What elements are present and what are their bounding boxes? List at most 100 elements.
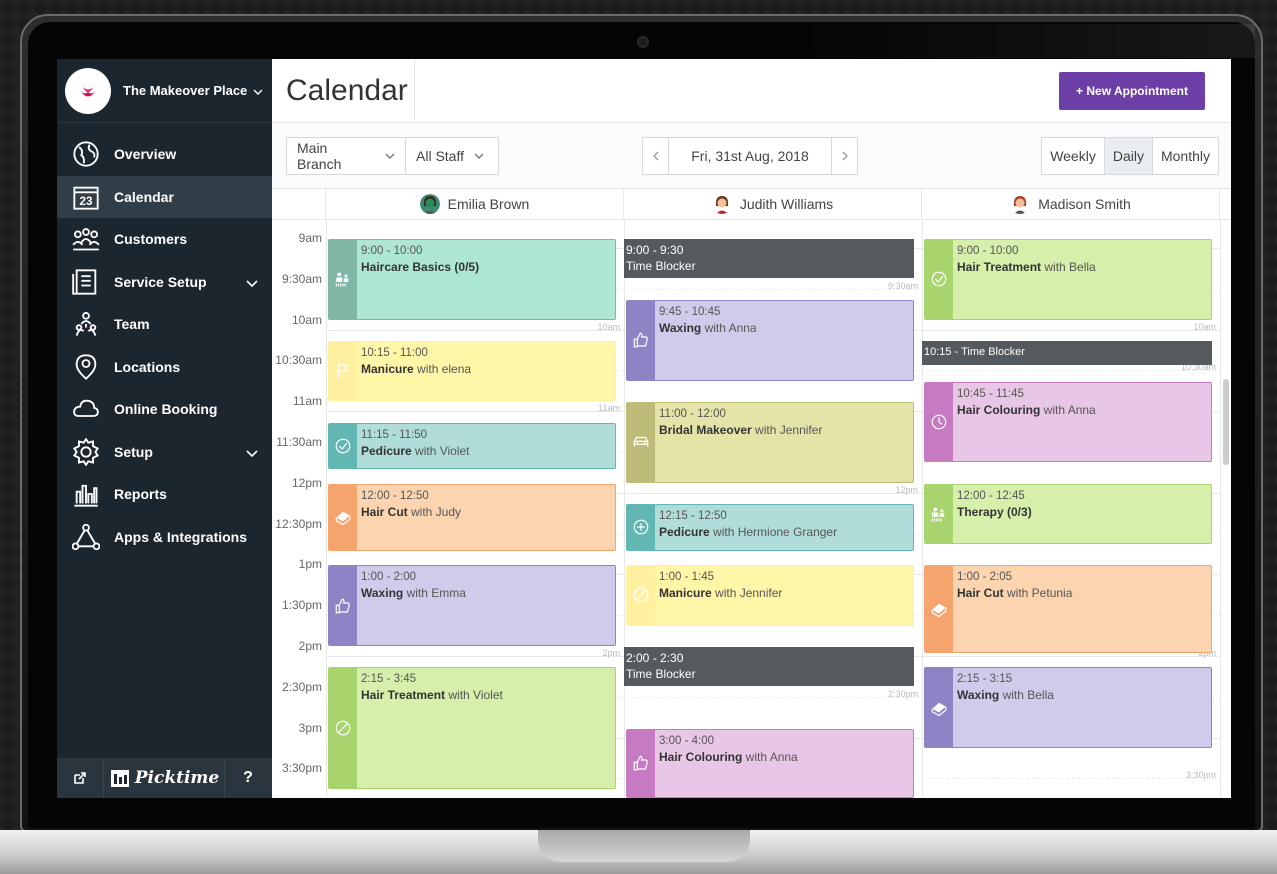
- sidebar-item-setup[interactable]: Setup: [57, 431, 272, 474]
- appointment-card[interactable]: 2:15 - 3:45 Hair Treatment with Violet: [328, 667, 616, 789]
- appointment-card[interactable]: 3:00 - 4:00 Hair Colouring with Anna: [626, 728, 914, 798]
- calendar-scrollbar[interactable]: [1223, 379, 1229, 465]
- appointment-service: Hair Cut: [957, 586, 1004, 601]
- time-blocker[interactable]: 10:15 - Time Blocker: [922, 341, 1212, 365]
- sidebar-item-service-setup[interactable]: Service Setup: [57, 261, 272, 304]
- date-navigator: Fri, 31st Aug, 2018: [642, 137, 858, 175]
- appointment-time: 12:00 - 12:50: [361, 489, 429, 502]
- location-pin-icon: [71, 352, 101, 382]
- appointment-card[interactable]: 9:00 - 10:00 Hair Treatment with Bella: [924, 239, 1212, 320]
- sidebar-item-calendar[interactable]: 23 Calendar: [57, 175, 272, 218]
- calendar-body[interactable]: 9am 9:30am 10am 10:30am 11am 11:30am 12pm 12:30…: [272, 220, 1231, 798]
- appointment-card[interactable]: 12:00 - 12:50 Hair Cut with Judy: [328, 483, 616, 551]
- time-label: 2:30pm: [281, 679, 322, 694]
- next-day-button[interactable]: [831, 138, 857, 174]
- calendar-grid: Emilia Brown Judith Williams Madison Smi…: [272, 189, 1231, 798]
- appointment-strip: [329, 668, 357, 788]
- brand-switcher[interactable]: The Makeover Place: [57, 59, 272, 123]
- appointment-card[interactable]: 12:00 - 12:45 Therapy (0/3): [924, 483, 1212, 544]
- time-label: 9am: [298, 231, 322, 245]
- gutter-time-mark: 11am: [598, 403, 620, 414]
- appointment-with: with Bella: [1041, 260, 1096, 274]
- appointment-card[interactable]: 12:15 - 12:50 Pedicure with Hermione Gra…: [626, 504, 914, 551]
- chevron-left-icon: [652, 151, 658, 161]
- appointment-time: 9:45 - 10:45: [659, 306, 721, 319]
- sidebar-item-locations[interactable]: Locations: [57, 346, 272, 389]
- appointment-with: with Violet: [411, 443, 470, 458]
- sidebar-footer: Picktime ?: [57, 758, 272, 798]
- view-daily-button[interactable]: Daily: [1104, 138, 1153, 174]
- time-blocker[interactable]: 9:00 - 9:30 Time Blocker: [624, 239, 914, 278]
- appointment-service: Hair Colouring: [659, 749, 743, 764]
- sidebar-item-online-booking[interactable]: Online Booking: [57, 388, 272, 431]
- appointment-card[interactable]: 1:00 - 2:00 Waxing with Emma: [328, 565, 616, 646]
- chevron-right-icon: [842, 151, 848, 161]
- eraser-icon: [931, 603, 947, 618]
- topbar: Calendar + New Appointment: [272, 59, 1231, 123]
- staff-header: Emilia Brown Judith Williams Madison Smi…: [272, 189, 1231, 220]
- sidebar-item-label: Team: [114, 316, 150, 333]
- calendar-icon: 23: [73, 186, 99, 210]
- appointment-with: with Anna: [701, 321, 757, 336]
- appointment-time: 10:15 - 11:00: [361, 347, 428, 359]
- team-icon: [71, 309, 101, 339]
- appointment-card[interactable]: 1:00 - 1:45 Manicure with Jennifer: [626, 565, 914, 626]
- new-appointment-button[interactable]: + New Appointment: [1059, 72, 1205, 110]
- sidebar-item-customers[interactable]: Customers: [57, 218, 272, 261]
- appointment-with: with elena: [413, 362, 472, 376]
- appointment-card[interactable]: 2:15 - 3:15 Waxing with Bella: [924, 667, 1212, 748]
- chevron-down-icon: [246, 275, 258, 291]
- appointment-strip: [627, 566, 655, 625]
- group-icon: [335, 272, 349, 287]
- appointment-time: 3:00 - 4:00: [659, 734, 714, 747]
- sidebar-item-apps-integrations[interactable]: Apps & Integrations: [57, 516, 272, 559]
- blocker-label: Time Blocker: [961, 346, 1025, 358]
- appointment-strip: [925, 668, 953, 747]
- clock-icon: [931, 414, 947, 430]
- appointment-service: Waxing: [957, 688, 1000, 703]
- appointment-details: 12:00 - 12:50 Hair Cut with Judy: [357, 485, 465, 550]
- appointment-card[interactable]: 9:00 - 10:00 Haircare Basics (0/5): [328, 239, 616, 320]
- appointment-with: with Petunia: [1003, 586, 1073, 601]
- time-label: 3:30pm: [281, 761, 322, 776]
- sidebar-item-label: Overview: [114, 146, 177, 163]
- appointment-time: 12:15 - 12:50: [659, 510, 727, 523]
- previous-day-button[interactable]: [643, 138, 669, 174]
- appointment-with: with Hermione Granger: [709, 525, 838, 540]
- view-weekly-button[interactable]: Weekly: [1042, 138, 1105, 174]
- sidebar-item-team[interactable]: Team: [57, 303, 272, 346]
- appointment-card[interactable]: 1:00 - 2:05 Hair Cut with Petunia: [924, 565, 1212, 653]
- blocker-time: 10:15: [924, 346, 952, 358]
- sidebar-item-reports[interactable]: Reports: [57, 473, 272, 516]
- appointment-card[interactable]: 9:45 - 10:45 Waxing with Anna: [626, 300, 914, 381]
- appointment-card[interactable]: 11:00 - 12:00 Bridal Makeover with Jenni…: [626, 402, 914, 483]
- view-switcher: Weekly Daily Monthly: [1041, 137, 1219, 175]
- appointment-card[interactable]: 11:15 - 11:50 Pedicure with Violet: [328, 422, 616, 470]
- globe-icon: [73, 141, 99, 167]
- list-icon: [71, 267, 101, 297]
- branch-select-value: Main Branch: [297, 140, 342, 172]
- appointment-strip: [627, 505, 655, 550]
- sidebar-item-overview[interactable]: Overview: [57, 133, 272, 176]
- appointment-details: 9:45 - 10:45 Waxing with Anna: [655, 301, 761, 380]
- appointment-time: 1:00 - 2:00: [361, 571, 416, 584]
- time-gutter-header: [272, 189, 326, 219]
- ban-icon: [633, 588, 649, 603]
- help-button[interactable]: ?: [225, 758, 271, 798]
- gutter-time-mark: 2:30pm: [887, 688, 918, 699]
- time-label: 10am: [291, 312, 322, 327]
- appointment-details: 11:15 - 11:50 Pedicure with Violet: [357, 424, 474, 469]
- staff-select[interactable]: All Staff: [405, 137, 499, 175]
- picktime-logo-text: Picktime: [134, 768, 220, 788]
- branch-select[interactable]: Main Branch: [286, 137, 406, 175]
- chevron-down-icon: [246, 445, 258, 461]
- laptop-notch: [538, 830, 750, 862]
- appointment-card[interactable]: 10:45 - 11:45 Hair Colouring with Anna: [924, 381, 1212, 463]
- car-icon: [633, 437, 649, 447]
- current-date[interactable]: Fri, 31st Aug, 2018: [669, 148, 831, 164]
- time-blocker[interactable]: 2:00 - 2:30 Time Blocker: [624, 647, 914, 686]
- app-screen: The Makeover Place Overview 23 Calendar …: [57, 59, 1231, 798]
- external-link-icon[interactable]: [57, 758, 103, 798]
- view-monthly-button[interactable]: Monthly: [1153, 138, 1218, 174]
- appointment-card[interactable]: 10:15 - 11:00 Manicure with elena: [328, 341, 616, 402]
